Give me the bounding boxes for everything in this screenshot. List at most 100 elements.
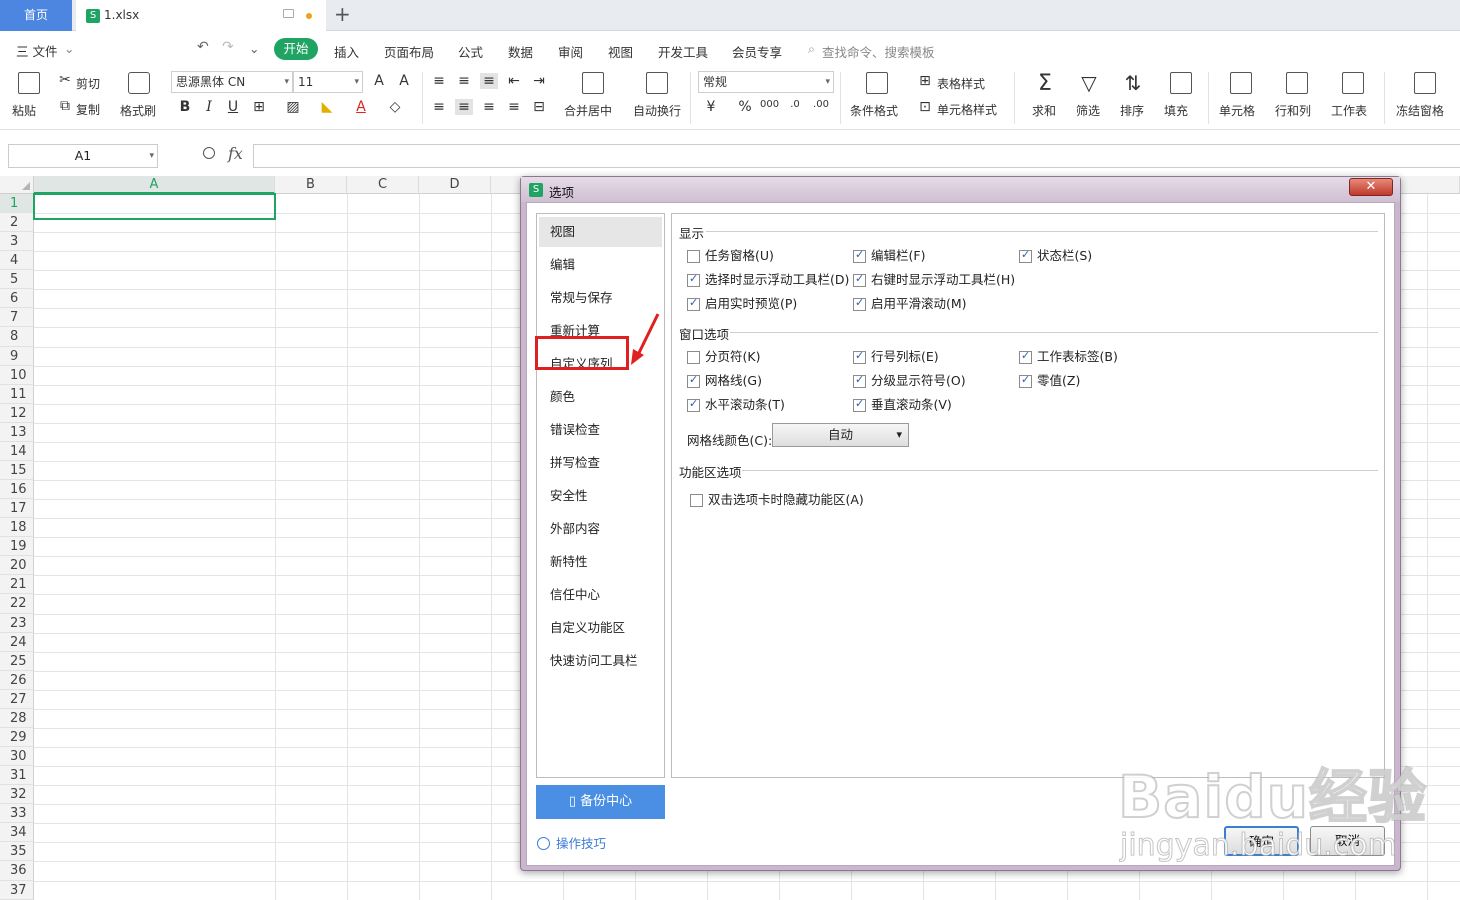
- merge-center-button[interactable]: 合并居中: [564, 102, 612, 119]
- fill-color-icon[interactable]: ◣: [318, 99, 336, 115]
- tab-formula[interactable]: 公式: [458, 42, 483, 61]
- checkbox-formula-bar[interactable]: 编辑栏(F): [853, 247, 925, 264]
- row-header[interactable]: 34: [0, 823, 34, 843]
- filter-icon[interactable]: ▽: [1080, 71, 1098, 95]
- gridline-color-select[interactable]: 自动: [772, 423, 909, 447]
- freeze-panes-button[interactable]: 冻结窗格: [1396, 102, 1444, 119]
- nav-item-edit[interactable]: 编辑: [539, 250, 662, 280]
- align-left-icon[interactable]: ≡: [430, 99, 448, 115]
- formula-input[interactable]: [253, 144, 1460, 168]
- column-header-b[interactable]: B: [275, 176, 347, 194]
- align-right-icon[interactable]: ≡: [480, 99, 498, 115]
- nav-item-trust-center[interactable]: 信任中心: [539, 580, 662, 610]
- checkbox-float-toolbar-select[interactable]: 选择时显示浮动工具栏(D): [687, 271, 849, 288]
- nav-item-general-save[interactable]: 常规与保存: [539, 283, 662, 313]
- fx-icon[interactable]: fx: [228, 144, 243, 163]
- tab-developer[interactable]: 开发工具: [658, 42, 708, 61]
- nav-item-color[interactable]: 颜色: [539, 382, 662, 412]
- checkbox-task-pane[interactable]: 任务窗格(U): [687, 248, 774, 264]
- indent-increase-icon[interactable]: ⇥: [530, 73, 548, 89]
- indent-decrease-icon[interactable]: ⇤: [505, 73, 523, 89]
- table-style-icon[interactable]: ⊞: [916, 73, 934, 89]
- row-header[interactable]: 5: [0, 270, 34, 290]
- row-header[interactable]: 31: [0, 766, 34, 786]
- table-style-button[interactable]: 表格样式: [937, 75, 985, 92]
- align-bottom-icon[interactable]: ≡: [480, 73, 498, 89]
- worksheet-icon[interactable]: [1342, 72, 1364, 94]
- monitor-icon[interactable]: [283, 9, 294, 18]
- tab-file[interactable]: S 1.xlsx: [76, 0, 326, 31]
- nav-item-external[interactable]: 外部内容: [539, 514, 662, 544]
- row-header[interactable]: 10: [0, 365, 34, 385]
- distributed-icon[interactable]: ⊟: [530, 99, 548, 115]
- row-header[interactable]: 19: [0, 537, 34, 557]
- close-icon[interactable]: ✕: [1349, 178, 1393, 196]
- menu-file[interactable]: 三 文件: [16, 41, 57, 60]
- rows-cols-button[interactable]: 行和列: [1275, 102, 1311, 119]
- cells-icon[interactable]: [1230, 72, 1252, 94]
- row-header[interactable]: 27: [0, 689, 34, 709]
- tab-start[interactable]: 开始: [274, 38, 318, 60]
- thousands-icon[interactable]: 000: [760, 99, 779, 110]
- row-header[interactable]: 18: [0, 518, 34, 538]
- row-header[interactable]: 29: [0, 727, 34, 748]
- eraser-icon[interactable]: ◇: [386, 99, 404, 115]
- sum-icon[interactable]: Σ: [1036, 71, 1054, 96]
- row-header[interactable]: 8: [0, 327, 34, 347]
- nav-item-new-features[interactable]: 新特性: [539, 547, 662, 577]
- bold-icon[interactable]: B: [176, 99, 194, 115]
- tab-insert[interactable]: 插入: [334, 42, 359, 61]
- cell-style-icon[interactable]: ⊡: [916, 99, 934, 115]
- tab-review[interactable]: 审阅: [558, 42, 583, 61]
- nav-item-view[interactable]: 视图: [539, 217, 662, 247]
- checkbox-outline-symbols[interactable]: 分级显示符号(O): [853, 372, 966, 389]
- row-header[interactable]: 23: [0, 613, 34, 633]
- conditional-format-button[interactable]: 条件格式: [850, 102, 898, 119]
- checkbox-sheet-tabs[interactable]: 工作表标签(B): [1019, 348, 1118, 365]
- row-header[interactable]: 7: [0, 308, 34, 328]
- filter-button[interactable]: 筛选: [1076, 102, 1100, 119]
- tab-view[interactable]: 视图: [608, 42, 633, 61]
- dialog-titlebar[interactable]: S 选项 ✕: [521, 177, 1400, 202]
- fill-icon[interactable]: [1170, 72, 1192, 94]
- tab-data[interactable]: 数据: [508, 42, 533, 61]
- scissors-icon[interactable]: ✂: [56, 72, 74, 88]
- align-middle-icon[interactable]: ≡: [455, 73, 473, 89]
- column-header-c[interactable]: C: [347, 176, 419, 194]
- align-center-icon[interactable]: ≡: [455, 99, 473, 115]
- paste-icon[interactable]: [18, 72, 40, 94]
- decrease-decimal-icon[interactable]: .00: [812, 99, 830, 110]
- row-header[interactable]: 9: [0, 346, 34, 366]
- wrap-text-button[interactable]: 自动换行: [633, 102, 681, 119]
- nav-item-error-check[interactable]: 错误检查: [539, 415, 662, 445]
- row-header[interactable]: 25: [0, 651, 34, 671]
- new-tab-plus-icon[interactable]: +: [334, 0, 351, 29]
- row-header[interactable]: 3: [0, 232, 34, 252]
- sort-icon[interactable]: ⇅: [1124, 71, 1142, 95]
- copy-button[interactable]: 复制: [76, 101, 100, 118]
- sum-button[interactable]: 求和: [1032, 102, 1056, 119]
- tab-page-layout[interactable]: 页面布局: [384, 42, 434, 61]
- row-header[interactable]: 15: [0, 460, 34, 481]
- checkbox-smooth-scroll[interactable]: 启用平滑滚动(M): [853, 295, 967, 312]
- checkbox-gridlines[interactable]: 网格线(G): [687, 372, 762, 389]
- row-header[interactable]: 36: [0, 861, 34, 881]
- row-header[interactable]: 16: [0, 480, 34, 500]
- paste-button[interactable]: 粘贴: [12, 102, 36, 119]
- row-header[interactable]: 1: [0, 194, 34, 214]
- format-painter-button[interactable]: 格式刷: [120, 102, 156, 119]
- row-header[interactable]: 11: [0, 384, 34, 404]
- checkbox-row-col-headers[interactable]: 行号列标(E): [853, 348, 939, 365]
- checkbox-v-scrollbar[interactable]: 垂直滚动条(V): [853, 396, 952, 413]
- row-header[interactable]: 14: [0, 441, 34, 461]
- checkbox-hide-ribbon[interactable]: 双击选项卡时隐藏功能区(A): [690, 492, 864, 508]
- row-header[interactable]: 4: [0, 251, 34, 271]
- row-header[interactable]: 24: [0, 632, 34, 652]
- row-header[interactable]: 21: [0, 575, 34, 595]
- row-header[interactable]: 30: [0, 747, 34, 767]
- select-all-corner[interactable]: [0, 176, 34, 194]
- checkbox-page-breaks[interactable]: 分页符(K): [687, 349, 760, 365]
- redo-icon[interactable]: ↷: [222, 39, 234, 55]
- tab-home[interactable]: 首页: [0, 0, 72, 31]
- row-header[interactable]: 28: [0, 708, 34, 728]
